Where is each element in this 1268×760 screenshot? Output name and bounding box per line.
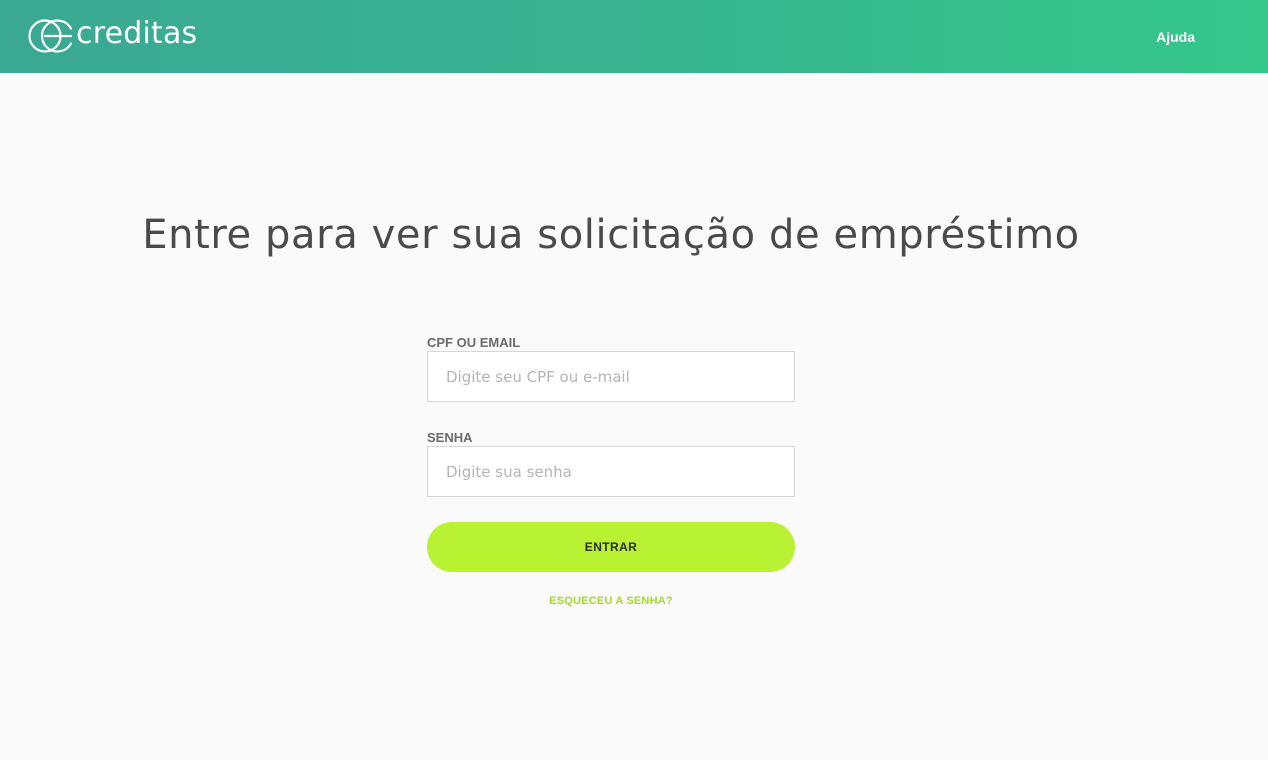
login-button[interactable]: ENTRAR <box>427 522 795 572</box>
creditas-logo-icon <box>28 19 73 53</box>
top-header: creditas Ajuda <box>0 0 1268 73</box>
password-input[interactable] <box>427 446 795 497</box>
help-link[interactable]: Ajuda <box>1156 29 1195 45</box>
brand-name: creditas <box>76 16 198 51</box>
password-field-group: SENHA <box>427 430 795 497</box>
page-title: Entre para ver sua solicitação de emprés… <box>142 212 1080 258</box>
password-field-label: SENHA <box>427 430 473 445</box>
cpf-email-input[interactable] <box>427 351 795 402</box>
forgot-password-link[interactable]: ESQUECEU A SENHA? <box>427 594 795 608</box>
brand-logo[interactable]: creditas <box>27 16 198 54</box>
login-field-label: CPF OU EMAIL <box>427 335 521 350</box>
login-field-group: CPF OU EMAIL <box>427 335 795 402</box>
